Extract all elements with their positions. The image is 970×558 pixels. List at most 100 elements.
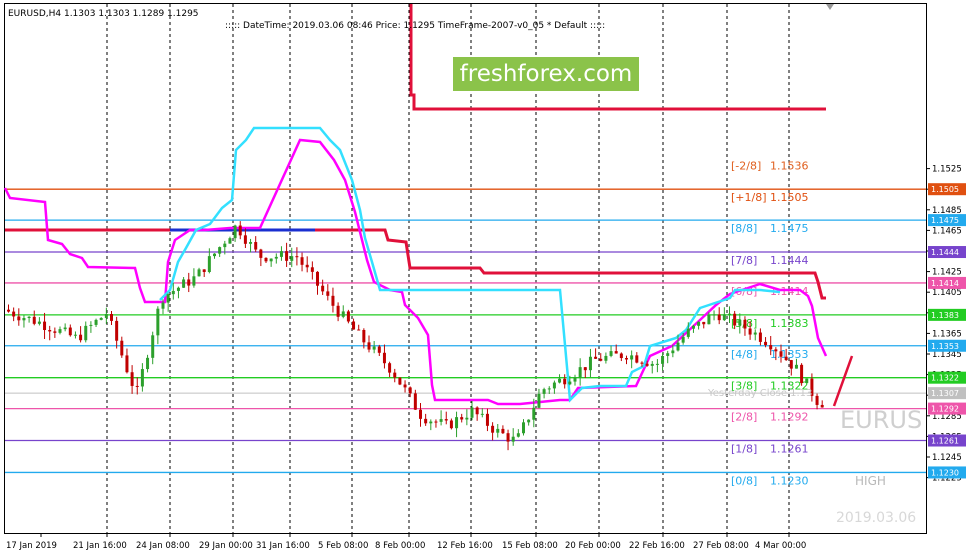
candle-body — [413, 393, 417, 410]
candle-body — [728, 313, 731, 315]
price-tag-label: 1.1505 — [931, 185, 959, 194]
candle-body — [722, 314, 726, 321]
candle-body — [110, 314, 113, 321]
symbol-header: EURUSD,H4 1.1303 1.1303 1.1289 1.1295 — [8, 9, 199, 19]
price-tick-label: 1.1365 — [932, 329, 962, 339]
candle-body — [254, 242, 258, 250]
candle-body — [480, 413, 484, 415]
candle-body — [609, 351, 613, 356]
candle-body — [697, 321, 701, 326]
candle-body — [449, 420, 453, 429]
candle-body — [182, 279, 186, 288]
murrey-level-value: 1.1505 — [770, 191, 809, 204]
murrey-level-label: [7/8] — [731, 254, 757, 267]
candle-body — [712, 314, 716, 316]
candle-body — [733, 313, 737, 326]
candle-body — [223, 243, 227, 248]
price-tag-label: 1.1353 — [931, 342, 959, 351]
candle-body — [614, 351, 618, 354]
candle-body — [640, 362, 644, 364]
candle-body — [558, 378, 562, 383]
candle-body — [563, 378, 567, 385]
candle-body — [578, 367, 582, 378]
candle-body — [115, 320, 119, 341]
candle-body — [58, 329, 62, 333]
candle-body — [377, 346, 381, 353]
info-header: ::::: DateTime: 2019.03.06 08:46 Price: … — [225, 21, 605, 31]
candle-body — [249, 242, 253, 244]
candle-body — [187, 279, 191, 286]
candle-body — [516, 433, 520, 437]
candle-body — [341, 311, 345, 317]
candle-body — [815, 395, 819, 405]
candle-body — [743, 319, 747, 329]
candle-body — [331, 295, 335, 306]
candle-body — [362, 329, 366, 343]
time-label: 21 Jan 16:00 — [73, 541, 127, 551]
candle-body — [758, 332, 762, 342]
candle-body — [388, 363, 392, 373]
candle-body — [429, 421, 433, 424]
candle-body — [346, 311, 350, 322]
time-label: 8 Feb 00:00 — [375, 541, 425, 551]
candle-body — [619, 353, 623, 359]
candle-body — [485, 413, 489, 426]
candle-body — [650, 363, 654, 366]
murrey-level-label: [4/8] — [731, 348, 757, 361]
candle-body — [305, 264, 309, 268]
candle-body — [357, 329, 361, 331]
candle-body — [352, 321, 356, 330]
candle-body — [171, 290, 175, 295]
candle-body — [707, 315, 711, 325]
candle-body — [274, 256, 278, 259]
candle-body — [748, 328, 752, 335]
candle-body — [408, 387, 412, 394]
candle-body — [63, 327, 67, 330]
candle-body — [403, 384, 407, 388]
murrey-level-label: [8/8] — [731, 222, 757, 235]
candle-body — [207, 256, 211, 273]
candle-body — [542, 389, 546, 394]
candle-body — [120, 340, 124, 356]
candle-body — [625, 358, 628, 360]
candle-body — [84, 325, 88, 341]
candle-body — [635, 355, 639, 363]
candle-body — [455, 417, 459, 429]
candle-body — [604, 355, 608, 361]
candle-body — [655, 363, 659, 365]
price-tick-label: 1.1405 — [932, 288, 962, 298]
candle-body — [393, 372, 397, 378]
candle-body — [161, 302, 165, 309]
candle-body — [17, 316, 21, 321]
candle-body — [583, 367, 587, 371]
candle-body — [630, 355, 634, 360]
price-tag-label: 1.1414 — [931, 279, 959, 288]
candle-body — [820, 404, 824, 408]
time-label: 27 Feb 08:00 — [693, 541, 749, 551]
murrey-level-label: [0/8] — [731, 474, 757, 487]
candle-body — [53, 331, 57, 333]
candle-body — [125, 355, 129, 373]
murrey-level-value: 1.1261 — [770, 443, 809, 456]
candle-body — [166, 294, 170, 303]
candle-body — [156, 308, 160, 336]
candle-body — [202, 269, 206, 273]
candle-body — [465, 417, 469, 420]
candle-body — [269, 258, 273, 262]
candle-body — [68, 327, 72, 336]
time-label: 31 Jan 16:00 — [256, 541, 310, 551]
candle-body — [753, 332, 757, 335]
candle-body — [491, 425, 495, 433]
time-label: 15 Feb 08:00 — [502, 541, 558, 551]
candle-body — [681, 336, 685, 343]
candle-body — [532, 407, 536, 420]
candle-body — [666, 353, 670, 356]
candle-body — [146, 357, 150, 370]
candle-body — [228, 238, 232, 244]
candle-body — [37, 321, 41, 324]
candle-body — [192, 276, 196, 286]
candle-body — [94, 319, 98, 325]
candle-body — [213, 253, 216, 257]
candle-body — [218, 247, 222, 254]
candle-body — [671, 350, 675, 354]
